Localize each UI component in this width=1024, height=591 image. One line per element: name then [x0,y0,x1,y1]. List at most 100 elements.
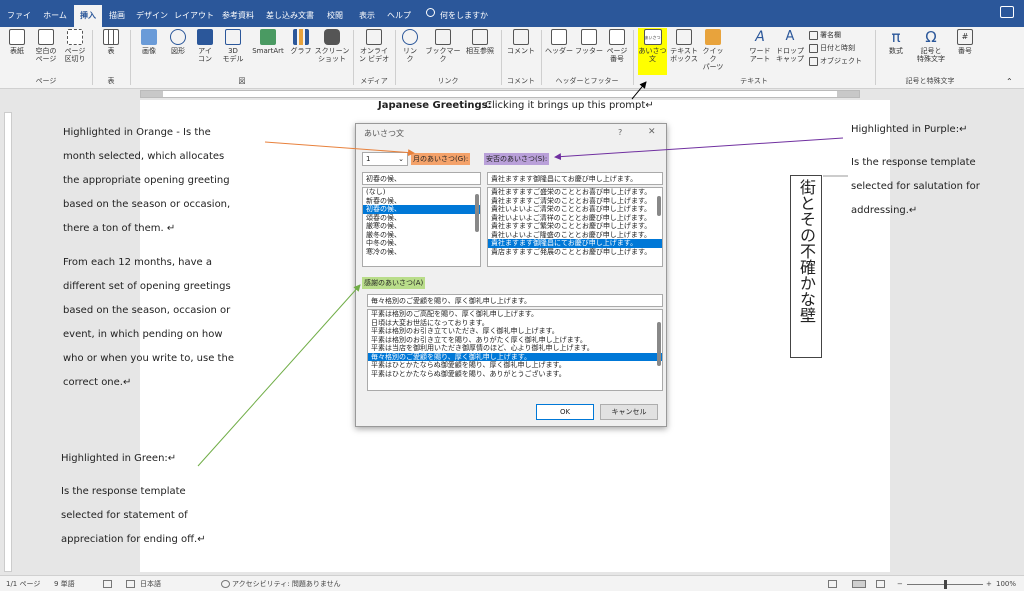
list-item[interactable]: 寒冷の候、 [363,248,480,257]
tab-review[interactable]: 校閲 [324,6,346,26]
tab-layout[interactable]: レイアウト [174,6,214,26]
object-button[interactable]: オブジェクト [809,56,862,66]
quick-parts-button[interactable]: クイック パーツ [700,28,726,75]
page-count[interactable]: 1/1 ページ [6,578,40,590]
list-item[interactable]: 平素は格別のお引き立ていただき、厚く御礼申し上げます。 [368,327,662,336]
month-select[interactable]: 1 ⌄ [362,152,408,166]
ok-button[interactable]: OK [536,404,594,420]
symbol-button[interactable]: Ω 記号と 特殊文字 [912,28,950,75]
cross-reference-button[interactable]: 相互参照 [463,28,497,75]
tell-me-search[interactable]: 何をしますか [440,6,488,26]
scrollbar[interactable] [657,322,661,366]
list-item[interactable]: 貴社ますますご清栄のこととお喜び申し上げます。 [488,197,662,206]
scrollbar[interactable] [475,194,479,232]
thanks-greeting-input[interactable]: 毎々格別のご愛顧を賜り、厚く御礼申し上げます。 [367,294,663,307]
page-break-button[interactable]: ページ 区切り [61,28,89,75]
list-item[interactable]: 貴社ますますご繁栄のこととお慶び申し上げます。 [488,222,662,231]
group-label-symbols: 記号と特殊文字 [905,77,955,85]
thanks-greeting-list[interactable]: 平素は格別のご高配を賜り、厚く御礼申し上げます。 日頃は大変お世話になっております… [367,309,663,391]
equation-button[interactable]: π 数式 [882,28,910,75]
list-item[interactable]: 毎々格別のご愛顧を賜り、厚く御礼申し上げます。 [368,352,662,361]
scrollbar[interactable] [657,196,661,216]
page-number-button[interactable]: ページ 番号 [604,28,630,75]
wordart-button[interactable]: A ワード アート [748,28,772,75]
word-count[interactable]: 9 単語 [54,578,75,590]
list-item[interactable]: 平素は格別のご高配を賜り、厚く御礼申し上げます。 [368,310,662,319]
web-layout-icon[interactable] [876,580,885,588]
smartart-button[interactable]: SmartArt [249,28,287,75]
language-indicator[interactable]: 日本語 [140,578,161,590]
list-item[interactable]: 中冬の候、 [363,239,480,248]
text-box-button[interactable]: テキスト ボックス [669,28,699,75]
accessibility-status[interactable]: アクセシビリティ: 問題ありません [232,578,341,590]
collapse-ribbon-icon[interactable]: ⌃ [1006,77,1013,86]
print-layout-icon[interactable] [852,580,866,588]
3d-models-button[interactable]: 3D モデル [219,28,247,75]
list-item[interactable]: 貴社いよいよご隆盛のこととお慶び申し上げます。 [488,231,662,240]
list-item[interactable]: 厳寒の候、 [363,222,480,231]
vertical-text-box[interactable]: 街とその不確かな壁 [790,175,822,358]
list-item[interactable]: 貴社ますますご盛栄のこととお喜び申し上げます。 [488,188,662,197]
month-greeting-list[interactable]: (なし) 新春の候、 初春の候、 頌春の候、 厳寒の候、 厳冬の候、 中冬の候、 寒冷の候、 [362,187,481,267]
list-item[interactable]: 平素はひとかたならぬ御愛顧を賜り、厚く御礼申し上げます。 [368,361,662,370]
pictures-button[interactable]: 画像 [134,28,164,75]
zoom-in-button[interactable]: + [986,578,992,590]
list-item[interactable]: 平素はひとかたならぬ御愛顧を賜り、ありがとうございます。 [368,370,662,379]
close-icon[interactable]: ✕ [648,127,656,137]
list-item[interactable]: 初春の候、 [363,205,480,214]
month-greeting-input[interactable]: 初春の候、 [362,172,481,185]
focus-mode-icon[interactable] [828,580,837,588]
tab-design[interactable]: デザイン [134,6,170,26]
list-item[interactable]: 貴社ますます御隆昌にてお慶び申し上げます。 [488,239,662,248]
tab-file[interactable]: ファイル [4,6,34,40]
list-item[interactable]: (なし) [363,188,480,197]
list-item[interactable]: 平素は当店を御利用いただき御厚情のほど、心より御礼申し上げます。 [368,344,662,353]
zoom-slider[interactable] [907,580,983,589]
zoom-out-button[interactable]: − [897,578,903,590]
signature-line-label: 署名欄 [820,31,841,39]
greeting-button[interactable]: あいさつ あいさつ 文 [638,28,667,75]
chart-button[interactable]: グラフ [290,28,312,75]
link-button[interactable]: リン ク [398,28,422,75]
list-item[interactable]: 貴社いよいよご清祥のこととお慶び申し上げます。 [488,214,662,223]
list-item[interactable]: 平素は格別のお引き立てを賜り、ありがたく厚く御礼申し上げます。 [368,336,662,345]
proofing-icon[interactable] [103,580,112,588]
table-button[interactable]: 表 [98,28,124,75]
signature-line-button[interactable]: 署名欄 [809,30,841,40]
drop-cap-button[interactable]: A ドロップ キャップ [775,28,805,75]
tab-insert[interactable]: 挿入 [74,5,102,27]
online-video-button[interactable]: オンライ ン ビデオ [356,28,392,75]
number-button[interactable]: # 番号 [952,28,978,75]
tab-help[interactable]: ヘルプ [386,6,412,26]
vertical-ruler[interactable] [4,112,12,572]
header-button[interactable]: ヘッダー [544,28,574,75]
bookmark-button[interactable]: ブックマーク [424,28,462,75]
icons-button[interactable]: アイ コン [193,28,217,75]
help-icon[interactable]: ? [618,128,622,137]
zoom-level[interactable]: 100% [996,578,1016,590]
cancel-button[interactable]: キャンセル [600,404,658,420]
list-item[interactable]: 新春の候、 [363,197,480,206]
cover-page-button[interactable]: 表紙 [4,28,30,75]
list-item[interactable]: 貴店ますますご発展のこととお慶び申し上げます。 [488,248,662,257]
wellbeing-greeting-list[interactable]: 貴社ますますご盛栄のこととお喜び申し上げます。 貴社ますますご清栄のこととお喜び申… [487,187,663,267]
tab-references[interactable]: 参考資料 [218,6,258,26]
comment-button[interactable]: コメント [505,28,537,75]
blank-page-button[interactable]: 空白の ページ [32,28,60,75]
shapes-button[interactable]: 図形 [164,28,192,75]
date-time-button[interactable]: 日付と時刻 [809,43,855,53]
tab-home[interactable]: ホーム [40,6,70,26]
horizontal-ruler[interactable] [140,90,860,98]
list-item[interactable]: 頌春の候、 [363,214,480,223]
share-icon[interactable] [1000,6,1014,18]
wellbeing-greeting-input[interactable]: 貴社ますます御隆昌にてお慶び申し上げます。 [487,172,663,185]
tab-draw[interactable]: 描画 [106,6,128,26]
footer-button[interactable]: フッター [575,28,603,75]
zoom-slider-thumb[interactable] [944,580,947,589]
tab-view[interactable]: 表示 [356,6,378,26]
list-item[interactable]: 日頃は大変お世話になっております。 [368,319,662,328]
tab-mailings[interactable]: 差し込み文書 [262,6,318,26]
screenshot-button[interactable]: スクリーン ショット [314,28,350,75]
list-item[interactable]: 貴社いよいよご清栄のこととお喜び申し上げます。 [488,205,662,214]
list-item[interactable]: 厳冬の候、 [363,231,480,240]
